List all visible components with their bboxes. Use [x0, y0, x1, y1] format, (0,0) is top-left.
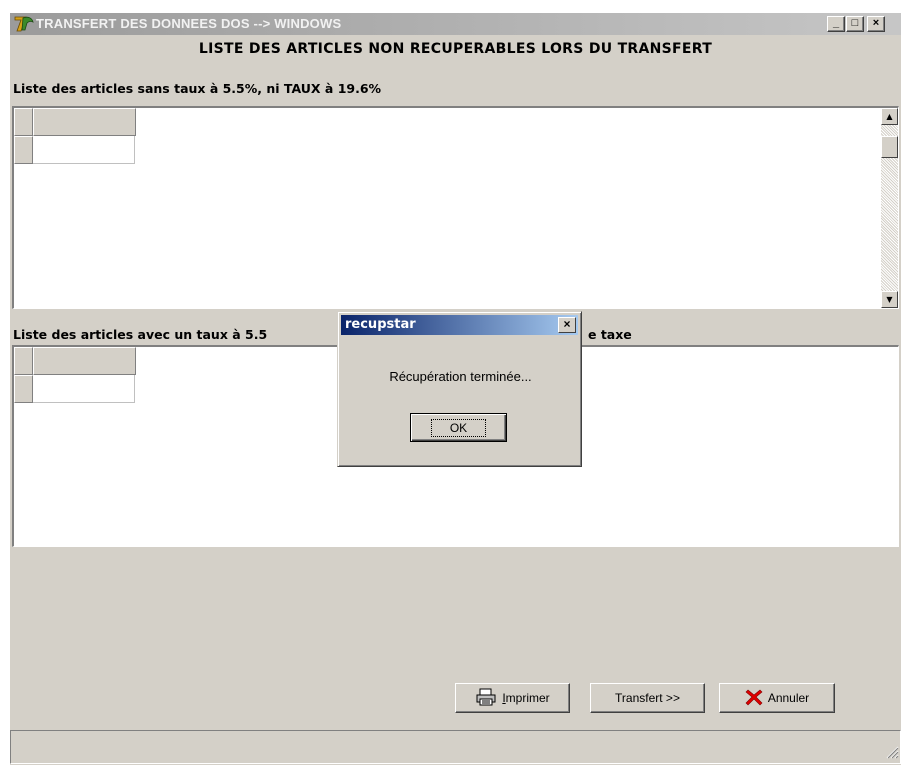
ok-button[interactable]: OK — [410, 413, 507, 442]
grid2-column-header[interactable] — [33, 347, 136, 375]
app-logo-icon — [14, 15, 34, 33]
close-icon: × — [563, 317, 571, 331]
dialog-close-button[interactable]: × — [558, 317, 576, 333]
grid2-cell[interactable] — [33, 375, 135, 403]
grid1-column-header[interactable] — [33, 108, 136, 136]
grid1-vertical-scrollbar[interactable]: ▲ ▼ — [881, 108, 898, 308]
transfer-button-label: Transfert >> — [615, 691, 680, 705]
message-dialog: recupstar × Récupération terminée... OK — [337, 311, 582, 467]
maximize-button[interactable]: □ — [846, 16, 864, 32]
close-button[interactable]: × — [867, 16, 885, 32]
print-button[interactable]: Imprimer — [455, 683, 570, 713]
print-button-label: Imprimer — [502, 691, 550, 705]
arrow-down-icon[interactable]: ▼ — [881, 291, 898, 308]
dialog-titlebar[interactable]: recupstar × — [341, 315, 578, 335]
page-title: LISTE DES ARTICLES NON RECUPERABLES LORS… — [198, 41, 713, 57]
dialog-message: Récupération terminée... — [389, 369, 532, 384]
section2-label-tail: e taxe — [588, 327, 632, 342]
grid1-scroll-thumb[interactable] — [881, 136, 898, 158]
red-x-icon — [745, 688, 763, 709]
window-title: TRANSFERT DES DONNEES DOS --> WINDOWS — [36, 16, 342, 31]
section2-label: Liste des articles avec un taux à 5.5 — [13, 327, 268, 342]
printer-icon — [475, 688, 497, 709]
grid2-row-header[interactable] — [14, 375, 33, 403]
section1-label: Liste des articles sans taux à 5.5%, ni … — [13, 81, 382, 96]
maximize-icon: □ — [851, 17, 859, 29]
dialog-title: recupstar — [345, 317, 416, 332]
status-bar — [10, 730, 901, 764]
cancel-button-label: Annuler — [767, 691, 810, 705]
grid1-corner-cell — [14, 108, 33, 136]
articles-grid-1[interactable]: ▲ ▼ — [12, 106, 899, 309]
transfer-button[interactable]: Transfert >> — [590, 683, 705, 713]
minimize-button[interactable]: _ — [827, 16, 845, 32]
minimize-icon: _ — [832, 17, 840, 29]
grid1-cell[interactable] — [33, 136, 135, 164]
cancel-button[interactable]: Annuler — [719, 683, 835, 713]
window-titlebar[interactable]: TRANSFERT DES DONNEES DOS --> WINDOWS _ … — [10, 13, 901, 35]
grid2-corner-cell — [14, 347, 33, 375]
arrow-up-icon[interactable]: ▲ — [881, 108, 898, 125]
close-icon: × — [872, 17, 880, 29]
resize-grip-icon[interactable] — [886, 746, 899, 762]
grid1-row-header[interactable] — [14, 136, 33, 164]
ok-button-label: OK — [430, 418, 487, 437]
